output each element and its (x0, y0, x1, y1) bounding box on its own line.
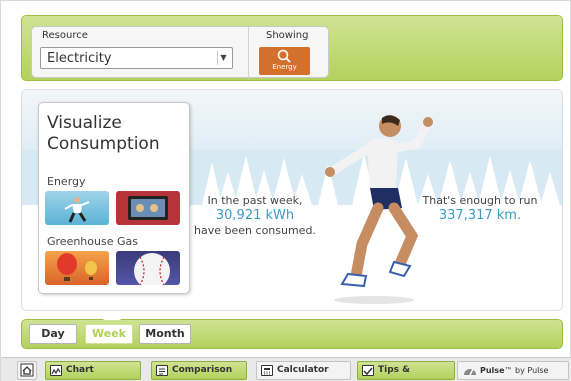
consumption-summary: In the past week, 30,921 kWh have been c… (190, 193, 320, 238)
chevron-down-icon[interactable]: ▼ (217, 51, 229, 65)
selector-panel: Resource Showing Electricity ▼ Energy (31, 26, 329, 79)
tips-feedback-label: Tips & Feedback (378, 365, 411, 375)
energy-section-label: Energy (47, 175, 86, 188)
chart-button[interactable]: Chart (45, 361, 141, 380)
summary-line3: have been consumed. (194, 224, 316, 237)
tips-feedback-button[interactable]: Tips & Feedback (357, 361, 455, 380)
comparison-button-label: Comparison (172, 365, 233, 375)
calculator-icon (261, 365, 273, 376)
magnifier-energy-icon (277, 49, 291, 63)
hot-air-balloon-icon (57, 253, 97, 281)
energy-button[interactable]: Energy (259, 47, 310, 75)
tab-month[interactable]: Month (139, 324, 191, 344)
visualize-consumption-card: Visualize Consumption Energy Greenhouse … (38, 102, 190, 294)
tab-week[interactable]: Week (85, 324, 133, 344)
baseball-icon (134, 253, 170, 285)
summary-line1: In the past week, (207, 194, 303, 207)
resource-label: Resource (42, 30, 88, 41)
visualize-title: Visualize Consumption (47, 113, 160, 155)
equivalent-summary: That's enough to run 337,317 km. (410, 193, 550, 223)
equivalent-value: 337,317 km. (438, 208, 522, 223)
panel-divider (248, 27, 249, 79)
pulse-energy-link[interactable]: Pulse™ by Pulse Energy (457, 361, 569, 380)
equivalent-line1: That's enough to run (422, 194, 538, 207)
checkbox-icon (362, 365, 374, 376)
document-icon (156, 365, 168, 376)
hot-air-balloons-thumbnail[interactable] (45, 251, 109, 285)
runner-thumbnail[interactable] (45, 191, 109, 225)
pulse-brand: Pulse (480, 366, 505, 375)
line-chart-icon (50, 365, 62, 376)
period-tab-bar: Day Week Month (21, 311, 563, 349)
home-icon (20, 363, 34, 377)
calculator-button-label: Calculator (277, 365, 329, 375)
footer-nav: Chart Comparison Calculator Tips & Feedb… (1, 357, 571, 381)
visualize-title-line2: Consumption (47, 134, 160, 154)
baseball-thumbnail[interactable] (116, 251, 180, 285)
energy-button-label: Energy (272, 63, 297, 71)
pulse-energy-label: Pulse™ by Pulse Energy (480, 362, 568, 381)
pulse-gauge-icon (464, 368, 476, 376)
visualization-stage: Visualize Consumption Energy Greenhouse … (21, 89, 563, 311)
consumption-value: 30,921 kWh (215, 208, 295, 223)
showing-label: Showing (266, 30, 309, 41)
resource-select[interactable]: Electricity ▼ (40, 47, 233, 69)
comparison-button[interactable]: Comparison (151, 361, 247, 380)
active-tab-pointer (103, 311, 121, 320)
runner-icon (64, 197, 90, 223)
resource-select-value: Electricity (47, 51, 112, 66)
visualize-title-line1: Visualize (47, 113, 122, 133)
calculator-button[interactable]: Calculator (256, 361, 351, 380)
energy-dashboard: Resource Showing Electricity ▼ Energy Vi… (0, 0, 571, 381)
tab-day[interactable]: Day (29, 324, 77, 344)
chart-button-label: Chart (66, 365, 94, 375)
greenhouse-gas-section-label: Greenhouse Gas (47, 235, 138, 248)
home-button[interactable] (17, 361, 37, 380)
television-thumbnail[interactable] (116, 191, 180, 225)
resource-toolbar: Resource Showing Electricity ▼ Energy (21, 15, 563, 81)
television-icon (128, 196, 168, 220)
